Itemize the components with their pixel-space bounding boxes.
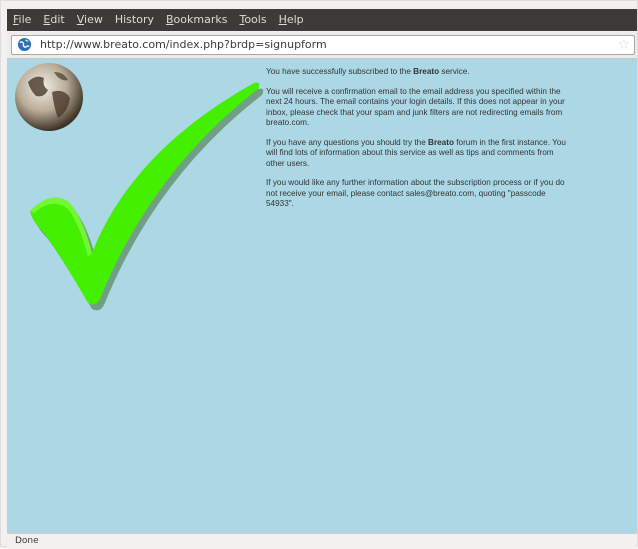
browser-window: File Edit View History Bookmarks Tools H…: [0, 0, 638, 549]
forum-paragraph: If you have any questions you should try…: [266, 137, 566, 168]
green-checkmark-icon: [30, 82, 264, 311]
globe-favicon-icon: [17, 37, 32, 52]
navigation-toolbar: http://www.breato.com/index.php?brdp=sig…: [7, 32, 637, 59]
contact-paragraph: If you would like any further informatio…: [266, 178, 565, 208]
menu-bar: File Edit View History Bookmarks Tools H…: [7, 9, 637, 31]
menu-file[interactable]: File: [7, 9, 37, 31]
menu-history[interactable]: History: [109, 9, 160, 31]
status-text: Done: [15, 536, 39, 546]
confirmation-email-paragraph: You will receive a confirmation email to…: [266, 86, 565, 128]
success-paragraph: You have successfully subscribed to the …: [266, 67, 470, 76]
url-text[interactable]: http://www.breato.com/index.php?brdp=sig…: [40, 37, 327, 53]
page-content: You have successfully subscribed to the …: [7, 59, 637, 533]
bookmark-star-icon[interactable]: ☆: [617, 37, 630, 53]
confirmation-message: You have successfully subscribed to the …: [266, 67, 566, 219]
menu-help[interactable]: Help: [273, 9, 310, 31]
menu-view[interactable]: View: [71, 9, 109, 31]
menu-edit[interactable]: Edit: [37, 9, 70, 31]
url-bar[interactable]: http://www.breato.com/index.php?brdp=sig…: [11, 35, 635, 55]
menu-bookmarks[interactable]: Bookmarks: [160, 9, 233, 31]
menu-tools[interactable]: Tools: [233, 9, 272, 31]
